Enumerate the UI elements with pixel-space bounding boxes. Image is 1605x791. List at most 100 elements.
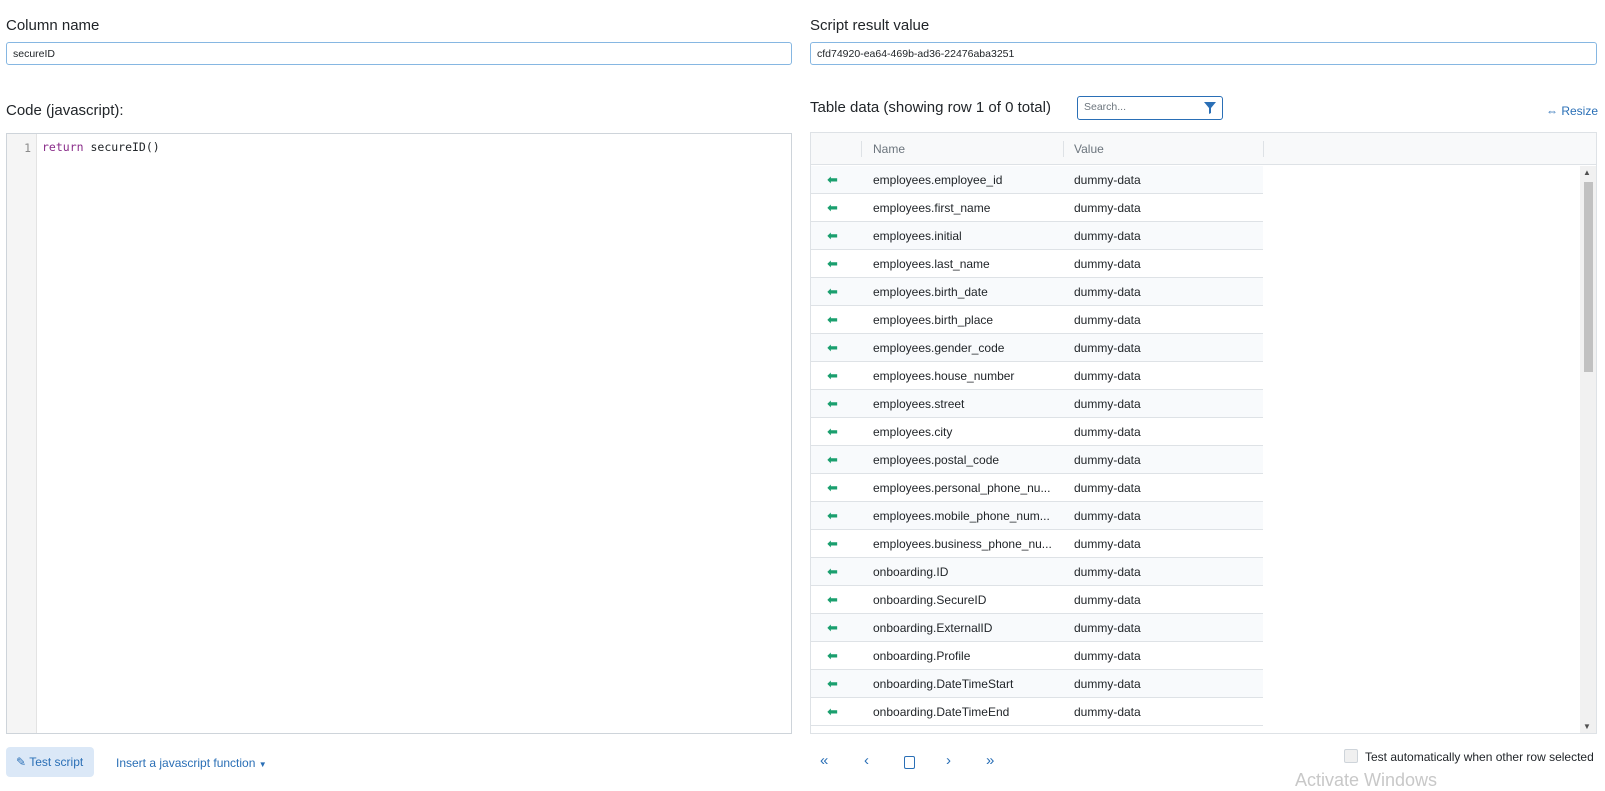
column-name-label: Column name	[6, 17, 100, 34]
table-row[interactable]: ⬅ onboarding.DateTimeEnd dummy-data	[811, 698, 1263, 726]
insert-arrow-icon[interactable]: ⬅	[827, 474, 838, 502]
table-row[interactable]: ⬅ employees.house_number dummy-data	[811, 362, 1263, 390]
table-row[interactable]: ⬅ onboarding.DateTimeStart dummy-data	[811, 670, 1263, 698]
script-result-input[interactable]: cfd74920-ea64-469b-ad36-22476aba3251	[810, 42, 1597, 65]
table-row[interactable]: ⬅ employees.city dummy-data	[811, 418, 1263, 446]
scroll-up-arrow[interactable]: ▲	[1583, 168, 1591, 177]
insert-arrow-icon[interactable]: ⬅	[827, 502, 838, 530]
insert-arrow-icon[interactable]: ⬅	[827, 642, 838, 670]
code-line[interactable]: return secureID()	[42, 140, 160, 154]
cell-name: onboarding.DateTimeStart	[873, 677, 1014, 691]
cell-value: dummy-data	[1074, 229, 1141, 243]
cell-name: onboarding.Profile	[873, 649, 971, 663]
cell-value: dummy-data	[1074, 677, 1141, 691]
column-divider	[1263, 141, 1264, 157]
table-row[interactable]: ⬅ onboarding.ExternalID dummy-data	[811, 614, 1263, 642]
prev-page-button[interactable]: ‹	[864, 752, 869, 769]
cell-name: employees.mobile_phone_num...	[873, 509, 1050, 523]
search-placeholder: Search...	[1084, 101, 1127, 113]
table-row[interactable]: ⬅ employees.postal_code dummy-data	[811, 446, 1263, 474]
next-page-button[interactable]: ›	[946, 752, 951, 769]
filter-icon[interactable]	[1204, 102, 1216, 114]
table-header: Name Value	[811, 133, 1596, 165]
table-row[interactable]: ⬅ employees.first_name dummy-data	[811, 194, 1263, 222]
cell-value: dummy-data	[1074, 565, 1141, 579]
table-row[interactable]: ⬅ employees.birth_date dummy-data	[811, 278, 1263, 306]
insert-arrow-icon[interactable]: ⬅	[827, 362, 838, 390]
auto-test-label: Test automatically when other row select…	[1365, 750, 1594, 764]
scroll-down-arrow[interactable]: ▼	[1583, 722, 1591, 731]
resize-label: Resize	[1561, 104, 1599, 118]
insert-arrow-icon[interactable]: ⬅	[827, 390, 838, 418]
test-script-label: Test script	[29, 755, 84, 769]
insert-arrow-icon[interactable]: ⬅	[827, 586, 838, 614]
cell-name: onboarding.SecureID	[873, 593, 987, 607]
cell-value: dummy-data	[1074, 173, 1141, 187]
table-row[interactable]: ⬅ employees.employee_id dummy-data	[811, 166, 1263, 194]
cell-name: employees.initial	[873, 229, 962, 243]
table-row[interactable]: ⬅ onboarding.ID dummy-data	[811, 558, 1263, 586]
test-script-button[interactable]: ✎ Test script	[6, 747, 94, 777]
cell-value: dummy-data	[1074, 341, 1141, 355]
cell-value: dummy-data	[1074, 593, 1141, 607]
table-row[interactable]: ⬅ employees.personal_phone_nu... dummy-dat…	[811, 474, 1263, 502]
code-expression: secureID()	[83, 140, 160, 154]
header-name[interactable]: Name	[873, 133, 905, 165]
cell-value: dummy-data	[1074, 397, 1141, 411]
table-row[interactable]: ⬅ onboarding.SecureID dummy-data	[811, 586, 1263, 614]
table-row[interactable]: ⬅ employees.street dummy-data	[811, 390, 1263, 418]
insert-arrow-icon[interactable]: ⬅	[827, 222, 838, 250]
cell-name: onboarding.ExternalID	[873, 621, 993, 635]
cell-name: employees.first_name	[873, 201, 991, 215]
line-number: 1	[24, 141, 31, 155]
table-scrollbar[interactable]: ▲ ▼	[1580, 166, 1596, 733]
current-page-icon[interactable]	[904, 756, 915, 769]
first-page-button[interactable]: «	[820, 752, 828, 769]
table-row[interactable]: ⬅ onboarding.Profile dummy-data	[811, 642, 1263, 670]
code-label: Code (javascript):	[6, 102, 124, 119]
insert-arrow-icon[interactable]: ⬅	[827, 418, 838, 446]
insert-arrow-icon[interactable]: ⬅	[827, 670, 838, 698]
last-page-button[interactable]: »	[986, 752, 994, 769]
insert-arrow-icon[interactable]: ⬅	[827, 166, 838, 194]
table-row[interactable]: ⬅ employees.birth_place dummy-data	[811, 306, 1263, 334]
table-row[interactable]: ⬅ employees.mobile_phone_num... dummy-data	[811, 502, 1263, 530]
insert-arrow-icon[interactable]: ⬅	[827, 614, 838, 642]
cell-name: employees.birth_place	[873, 313, 994, 327]
insert-arrow-icon[interactable]: ⬅	[827, 250, 838, 278]
insert-arrow-icon[interactable]: ⬅	[827, 558, 838, 586]
scroll-thumb[interactable]	[1584, 182, 1593, 372]
insert-arrow-icon[interactable]: ⬅	[827, 306, 838, 334]
cell-name: employees.last_name	[873, 257, 990, 271]
table-row[interactable]: ⬅ employees.business_phone_nu... dummy-dat…	[811, 530, 1263, 558]
code-editor[interactable]: 1 return secureID()	[6, 133, 792, 734]
cell-name: employees.personal_phone_nu...	[873, 481, 1051, 495]
table-row[interactable]: ⬅ employees.initial dummy-data	[811, 222, 1263, 250]
insert-function-dropdown[interactable]: Insert a javascript function ▼	[116, 756, 267, 770]
insert-arrow-icon[interactable]: ⬅	[827, 334, 838, 362]
insert-arrow-icon[interactable]: ⬅	[827, 278, 838, 306]
table-search-input[interactable]: Search...	[1077, 96, 1223, 120]
cell-value: dummy-data	[1074, 453, 1141, 467]
header-value[interactable]: Value	[1074, 133, 1104, 165]
column-name-input[interactable]: secureID	[6, 42, 792, 65]
table-title: Table data (showing row 1 of 0 total)	[810, 99, 1051, 116]
insert-arrow-icon[interactable]: ⬅	[827, 698, 838, 726]
cell-name: employees.employee_id	[873, 173, 1003, 187]
table-row[interactable]: ⬅ employees.gender_code dummy-data	[811, 334, 1263, 362]
resize-icon: ⇔	[1546, 104, 1558, 118]
cell-name: employees.business_phone_nu...	[873, 537, 1052, 551]
insert-arrow-icon[interactable]: ⬅	[827, 446, 838, 474]
table-row[interactable]: ⬅ employees.last_name dummy-data	[811, 250, 1263, 278]
insert-function-label: Insert a javascript function	[116, 756, 256, 770]
cell-value: dummy-data	[1074, 537, 1141, 551]
column-divider	[1063, 141, 1064, 157]
cell-value: dummy-data	[1074, 369, 1141, 383]
auto-test-checkbox[interactable]	[1344, 749, 1358, 763]
insert-arrow-icon[interactable]: ⬅	[827, 530, 838, 558]
insert-arrow-icon[interactable]: ⬅	[827, 194, 838, 222]
resize-link[interactable]: ⇔ Resize	[1546, 104, 1598, 118]
cell-value: dummy-data	[1074, 705, 1141, 719]
cell-value: dummy-data	[1074, 313, 1141, 327]
cell-name: employees.city	[873, 425, 953, 439]
